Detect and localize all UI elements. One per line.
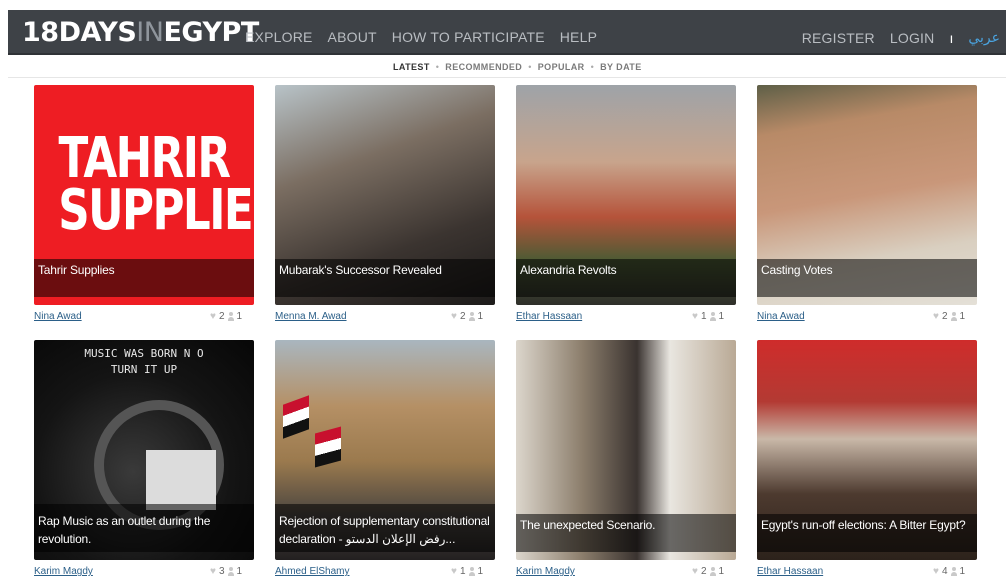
story-meta: Ahmed ElShamy ♥ 1 1 — [275, 566, 515, 580]
contributor-count: 1 — [959, 566, 966, 577]
author-link[interactable]: Nina Awad — [34, 311, 82, 322]
story-title[interactable]: The unexpected Scenario. — [520, 516, 655, 534]
like-count: 4 — [941, 566, 948, 577]
nav-how-to-participate[interactable]: HOW TO PARTICIPATE — [392, 29, 545, 45]
story-card[interactable]: Casting Votes — [757, 85, 977, 305]
contributor-count: 1 — [718, 311, 725, 322]
filter-by-date[interactable]: BY DATE — [600, 62, 641, 72]
nav-help[interactable]: HELP — [560, 29, 597, 45]
like-count: 1 — [459, 566, 466, 577]
like-count: 2 — [941, 311, 948, 322]
heart-icon[interactable]: ♥ — [210, 311, 216, 322]
story-title[interactable]: Rap Music as an outlet during the revolu… — [38, 512, 238, 548]
nav-about[interactable]: ABOUT — [328, 29, 377, 45]
story-card[interactable]: Egypt's run-off elections: A Bitter Egyp… — [757, 340, 977, 560]
account-nav: REGISTER LOGIN ı عربي — [802, 29, 1000, 46]
heart-icon[interactable]: ♥ — [210, 566, 216, 577]
like-count: 3 — [218, 566, 225, 577]
arabic-language-link[interactable]: عربي — [968, 29, 1000, 46]
heart-icon[interactable]: ♥ — [451, 566, 457, 577]
nav-separator: ı — [949, 29, 954, 46]
logo-graphic — [146, 450, 216, 510]
top-navigation-bar: 18DAYSINEGYPT EXPLORE ABOUT HOW TO PARTI… — [8, 10, 1006, 55]
filter-recommended[interactable]: RECOMMENDED — [445, 62, 522, 72]
contributor-icon — [468, 312, 475, 321]
story-title[interactable]: Casting Votes — [761, 261, 833, 279]
heart-icon[interactable]: ♥ — [692, 566, 698, 577]
filter-separator: • — [590, 62, 595, 72]
story-title[interactable]: Tahrir Supplies — [38, 261, 115, 279]
egypt-flag-graphic — [315, 426, 341, 468]
filter-separator: • — [528, 62, 532, 72]
story-stats: ♥ 4 1 — [933, 566, 965, 577]
story-stats: ♥ 2 1 — [451, 311, 483, 322]
author-link[interactable]: Ethar Hassaan — [757, 566, 823, 577]
heart-icon[interactable]: ♥ — [692, 311, 698, 322]
contributor-count: 1 — [718, 566, 725, 577]
contributor-count: 1 — [236, 566, 243, 577]
story-meta: Karim Magdy ♥ 2 1 — [516, 566, 756, 580]
filter-popular[interactable]: POPULAR — [538, 62, 585, 72]
story-card[interactable]: Rejection of supplementary constitutiona… — [275, 340, 495, 560]
story-card[interactable]: Alexandria Revolts — [516, 85, 736, 305]
story-meta: Nina Awad ♥ 2 1 — [757, 311, 997, 325]
story-stats: ♥ 2 1 — [692, 566, 724, 577]
egypt-flag-graphic — [283, 395, 309, 439]
story-meta: Karim Magdy ♥ 3 1 — [34, 566, 274, 580]
site-logo[interactable]: 18DAYSINEGYPT — [22, 17, 259, 48]
story-card[interactable]: TAHRIR SUPPLIES Tahrir Supplies — [34, 85, 254, 305]
nav-explore[interactable]: EXPLORE — [245, 29, 313, 45]
author-link[interactable]: Menna M. Awad — [275, 311, 347, 322]
story-stats: ♥ 1 1 — [692, 311, 724, 322]
heart-icon[interactable]: ♥ — [933, 566, 939, 577]
contributor-count: 1 — [477, 566, 484, 577]
story-image-text: MUSIC WAS BORN N O TURN IT UP — [34, 346, 254, 378]
story-card[interactable]: MUSIC WAS BORN N O TURN IT UP Rap Music … — [34, 340, 254, 560]
story-stats: ♥ 3 1 — [210, 566, 242, 577]
story-card[interactable]: The unexpected Scenario. — [516, 340, 736, 560]
contributor-count: 1 — [477, 311, 484, 322]
filter-separator: • — [435, 62, 440, 72]
filter-latest[interactable]: LATEST — [393, 62, 430, 72]
author-link[interactable]: Nina Awad — [757, 311, 805, 322]
author-link[interactable]: Karim Magdy — [516, 566, 575, 577]
story-title[interactable]: Alexandria Revolts — [520, 261, 617, 279]
like-count: 2 — [459, 311, 466, 322]
contributor-count: 1 — [959, 311, 966, 322]
story-title[interactable]: Mubarak's Successor Revealed — [279, 261, 442, 279]
register-link[interactable]: REGISTER — [802, 30, 875, 46]
image-text-line: SUPPLIES — [58, 178, 254, 243]
heart-icon[interactable]: ♥ — [933, 311, 939, 322]
story-meta: Menna M. Awad ♥ 2 1 — [275, 311, 515, 325]
author-link[interactable]: Ahmed ElShamy — [275, 566, 349, 577]
story-meta: Ethar Hassaan ♥ 1 1 — [516, 311, 756, 325]
contributor-icon — [227, 312, 234, 321]
filter-bar: LATEST • RECOMMENDED • POPULAR • BY DATE — [8, 56, 1006, 78]
story-title[interactable]: Rejection of supplementary constitutiona… — [279, 512, 493, 548]
like-count: 2 — [218, 311, 225, 322]
main-nav: EXPLORE ABOUT HOW TO PARTICIPATE HELP — [245, 29, 597, 45]
story-image-text: TAHRIR SUPPLIES — [58, 131, 254, 243]
author-link[interactable]: Ethar Hassaan — [516, 311, 582, 322]
story-meta: Ethar Hassaan ♥ 4 1 — [757, 566, 997, 580]
image-text-line: MUSIC WAS BORN N O — [84, 347, 204, 360]
contributor-icon — [950, 312, 957, 321]
logo-part-1: 18DAYS — [22, 17, 137, 48]
login-link[interactable]: LOGIN — [890, 30, 935, 46]
like-count: 2 — [700, 566, 707, 577]
story-title[interactable]: Egypt's run-off elections: A Bitter Egyp… — [761, 516, 966, 534]
logo-part-2: IN — [136, 17, 164, 48]
story-stats: ♥ 2 1 — [210, 311, 242, 322]
story-meta: Nina Awad ♥ 2 1 — [34, 311, 274, 325]
image-text-line: TURN IT UP — [110, 363, 178, 376]
heart-icon[interactable]: ♥ — [451, 311, 457, 322]
story-card[interactable]: Mubarak's Successor Revealed — [275, 85, 495, 305]
story-stats: ♥ 2 1 — [933, 311, 965, 322]
author-link[interactable]: Karim Magdy — [34, 566, 93, 577]
like-count: 1 — [700, 311, 707, 322]
story-stats: ♥ 1 1 — [451, 566, 483, 577]
contributor-icon — [709, 312, 716, 321]
contributor-count: 1 — [236, 311, 243, 322]
